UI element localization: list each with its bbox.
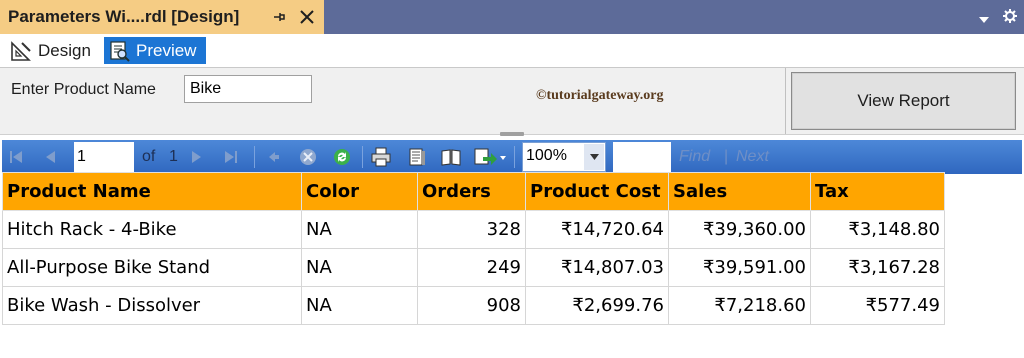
color-cell: NA [301,286,418,325]
design-tab-label: Design [38,40,91,60]
column-header: Orders [417,172,526,211]
first-page-icon[interactable] [6,140,26,174]
back-to-parent-icon[interactable] [262,140,284,174]
previous-page-icon[interactable] [40,140,60,174]
design-tab[interactable]: Design [6,37,98,64]
tab-list-dropdown-icon[interactable] [978,12,990,23]
view-report-button[interactable]: View Report [791,72,1016,130]
current-page-input[interactable] [74,142,134,172]
report-table: Product Name Color Orders Product Cost S… [2,172,945,325]
export-icon[interactable] [472,140,508,174]
column-header: Color [301,172,418,211]
document-tab[interactable]: Parameters Wi....rdl [Design] [0,0,324,34]
table-row: All-Purpose Bike Stand NA 249 ₹14,807.03… [2,248,945,287]
refresh-icon[interactable] [330,140,354,174]
print-icon[interactable] [368,140,394,174]
stop-icon[interactable] [296,140,320,174]
orders-cell: 249 [417,248,526,287]
color-cell: NA [301,248,418,287]
close-icon[interactable] [298,8,316,26]
splitter-grip[interactable] [500,132,524,136]
zoom-select[interactable]: 100% [522,142,606,172]
total-pages: 1 [169,148,178,165]
mode-bar: Design Preview [0,34,1024,68]
product-name-cell: Bike Wash - Dissolver [2,286,302,325]
table-row: Hitch Rack - 4-Bike NA 328 ₹14,720.64 ₹3… [2,210,945,249]
product-name-label: Enter Product Name [11,81,156,98]
tax-cell: ₹3,148.80 [810,210,945,249]
preview-tab-label: Preview [136,40,197,60]
find-separator: | [724,148,729,165]
column-header: Product Cost [525,172,669,211]
product-cost-cell: ₹14,720.64 [525,210,669,249]
tax-cell: ₹577.49 [810,286,945,325]
toolbar-separator [254,146,255,168]
table-header-row: Product Name Color Orders Product Cost S… [2,172,945,211]
product-name-input[interactable] [184,75,312,103]
orders-cell: 908 [417,286,526,325]
color-cell: NA [301,210,418,249]
params-divider [785,68,786,134]
next-page-icon[interactable] [187,140,207,174]
zoom-value: 100% [526,147,567,164]
of-label: of [142,148,156,165]
find-next-link[interactable]: Next [736,148,769,166]
preview-icon [108,40,130,62]
print-layout-icon[interactable] [404,140,430,174]
pin-icon[interactable] [271,9,287,25]
find-input[interactable] [613,142,671,172]
page-setup-icon[interactable] [438,140,464,174]
settings-icon[interactable] [1002,8,1018,26]
last-page-icon[interactable] [220,140,242,174]
table-row: Bike Wash - Dissolver NA 908 ₹2,699.76 ₹… [2,286,945,325]
product-name-cell: All-Purpose Bike Stand [2,248,302,287]
toolbar-separator-2 [362,146,363,168]
parameters-pane: Enter Product Name ©tutorialgateway.org … [0,68,1024,136]
report-body: Product Name Color Orders Product Cost S… [2,172,945,325]
sales-cell: ₹39,591.00 [668,248,811,287]
column-header: Tax [810,172,945,211]
sales-cell: ₹39,360.00 [668,210,811,249]
tax-cell: ₹3,167.28 [810,248,945,287]
zoom-dropdown-icon[interactable] [584,144,604,170]
watermark-text: ©tutorialgateway.org [536,88,664,103]
report-toolbar: of 1 100% Find | Next [2,140,1022,174]
toolbar-separator-3 [514,146,515,168]
product-cost-cell: ₹2,699.76 [525,286,669,325]
design-icon [10,40,32,62]
find-link[interactable]: Find [679,148,710,166]
document-tab-bar: Parameters Wi....rdl [Design] [0,0,1024,34]
sales-cell: ₹7,218.60 [668,286,811,325]
orders-cell: 328 [417,210,526,249]
column-header: Product Name [2,172,302,211]
column-header: Sales [668,172,811,211]
product-cost-cell: ₹14,807.03 [525,248,669,287]
preview-tab[interactable]: Preview [104,37,206,64]
product-name-cell: Hitch Rack - 4-Bike [2,210,302,249]
document-tab-title: Parameters Wi....rdl [Design] [8,7,240,26]
